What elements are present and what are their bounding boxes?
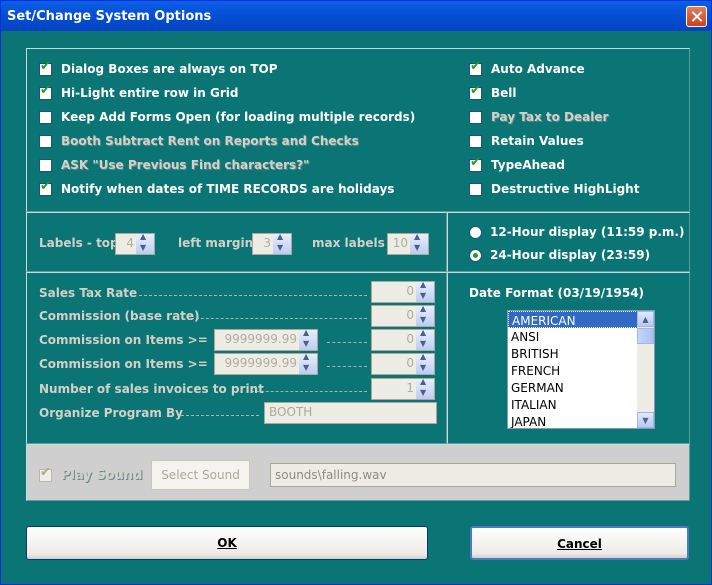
spin-arrows-icon[interactable] <box>410 232 428 254</box>
spin-arrows-icon[interactable] <box>136 232 154 254</box>
check-icon: ✔ <box>470 155 481 170</box>
commission2-spinner[interactable]: 0 <box>371 352 435 375</box>
spin-arrows-icon[interactable] <box>299 328 317 350</box>
commission1-amount-value: 9999999.99 <box>224 332 297 346</box>
option-label: Hi-Light entire row in Grid <box>61 86 239 100</box>
cancel-button[interactable]: Cancel <box>470 526 689 560</box>
option-label: Bell <box>491 86 517 100</box>
commission2-label: Commission on Items >= <box>39 357 208 371</box>
sales-tax-spinner[interactable]: 0 <box>371 280 435 303</box>
option-label: ASK "Use Previous Find characters?" <box>61 158 310 172</box>
list-item[interactable]: ANSI <box>508 328 654 345</box>
date-format-list[interactable]: AMERICAN ANSI BRITISH FRENCH GERMAN ITALIAN JA… <box>507 310 655 429</box>
list-item[interactable]: ITALIAN <box>508 396 654 413</box>
organize-label: Organize Program By <box>39 406 183 420</box>
commission2-value: 0 <box>406 356 414 370</box>
commission2-amount-value: 9999999.99 <box>224 356 297 370</box>
left-margin-value: 3 <box>263 236 271 250</box>
spin-arrows-icon[interactable] <box>416 304 434 326</box>
left-margin-spinner[interactable]: 3 <box>252 232 292 255</box>
date-format-items: AMERICAN ANSI BRITISH FRENCH GERMAN ITALIAN JA… <box>508 311 654 428</box>
checkbox-box[interactable] <box>39 135 52 148</box>
spin-arrows-icon[interactable] <box>416 377 434 399</box>
radio-12-hour-dot[interactable] <box>469 226 482 239</box>
leader-dots <box>251 391 367 393</box>
checkbox-box[interactable] <box>39 111 52 124</box>
list-scrollbar[interactable]: ▲ ▼ <box>637 311 654 428</box>
option-label: Auto Advance <box>491 62 585 76</box>
radio-24-hour-label: 24-Hour display (23:59) <box>490 248 651 262</box>
sound-path-field[interactable]: sounds\falling.wav <box>270 463 676 487</box>
time-panel <box>447 212 690 272</box>
check-icon: ✔ <box>40 59 51 74</box>
checkbox-box[interactable] <box>469 111 482 124</box>
title-bar: Set/Change System Options <box>1 1 711 31</box>
option-label: Notify when dates of TIME RECORDS are ho… <box>61 182 395 196</box>
option-label: Booth Subtract Rent on Reports and Check… <box>61 134 359 148</box>
commission1-label: Commission on Items >= <box>39 333 208 347</box>
max-labels-spinner[interactable]: 10 <box>387 232 429 255</box>
spin-arrows-icon[interactable] <box>416 352 434 374</box>
commission2-amount-spinner[interactable]: 9999999.99 <box>214 352 318 375</box>
ok-button[interactable]: OK <box>26 526 428 560</box>
spin-arrows-icon[interactable] <box>416 280 434 302</box>
options-dialog: Set/Change System Options ✔ Dialog Boxes … <box>0 0 712 585</box>
labels-top-label: Labels - top <box>39 236 119 250</box>
scroll-thumb[interactable] <box>637 328 654 344</box>
date-format-label: Date Format (03/19/1954) <box>469 286 645 300</box>
organize-field[interactable]: BOOTH <box>264 402 437 424</box>
play-sound-label: Play Sound <box>61 468 143 483</box>
check-icon: ✔ <box>40 179 51 194</box>
leader-dots <box>139 295 367 297</box>
leader-dots <box>327 366 367 368</box>
select-sound-button[interactable]: Select Sound <box>151 460 250 490</box>
check-icon: ✔ <box>470 83 481 98</box>
spin-arrows-icon[interactable] <box>273 232 291 254</box>
invoices-value: 1 <box>406 381 414 395</box>
option-label: Retain Values <box>491 134 584 148</box>
option-label: Pay Tax to Dealer <box>491 110 609 124</box>
commission1-amount-spinner[interactable]: 9999999.99 <box>214 328 318 351</box>
commission1-value: 0 <box>406 332 414 346</box>
leader-dots <box>327 342 367 344</box>
radio-12-hour-label: 12-Hour display (11:59 p.m.) <box>490 225 685 239</box>
labels-top-value: 4 <box>126 236 134 250</box>
invoices-spinner[interactable]: 1 <box>371 377 435 400</box>
commission-base-label: Commission (base rate) <box>39 309 200 323</box>
close-icon[interactable] <box>686 6 707 27</box>
commission-base-value: 0 <box>406 308 414 322</box>
check-icon: ✔ <box>40 83 51 98</box>
list-item[interactable]: GERMAN <box>508 379 654 396</box>
spin-arrows-icon[interactable] <box>299 352 317 374</box>
sales-tax-label: Sales Tax Rate <box>39 286 138 300</box>
commission-base-spinner[interactable]: 0 <box>371 304 435 327</box>
option-label: Destructive HighLight <box>491 182 640 196</box>
check-icon: ✔ <box>40 465 51 480</box>
leader-dots <box>181 415 259 417</box>
option-label: Keep Add Forms Open (for loading multipl… <box>61 110 416 124</box>
list-item[interactable]: FRENCH <box>508 362 654 379</box>
list-item[interactable]: AMERICAN <box>508 311 654 328</box>
sales-tax-value: 0 <box>406 284 414 298</box>
invoices-label: Number of sales invoices to print <box>39 382 264 396</box>
list-item[interactable]: JAPAN <box>508 413 654 428</box>
spin-arrows-icon[interactable] <box>416 328 434 350</box>
check-icon: ✔ <box>470 59 481 74</box>
scroll-up-icon[interactable]: ▲ <box>637 311 654 327</box>
option-label: Dialog Boxes are always on TOP <box>61 62 278 76</box>
option-label: TypeAhead <box>491 158 565 172</box>
radio-24-hour-dot[interactable] <box>469 249 482 262</box>
checkbox-box[interactable] <box>39 159 52 172</box>
left-margin-label: left margin <box>178 236 254 250</box>
window-title: Set/Change System Options <box>7 9 212 24</box>
scroll-down-icon[interactable]: ▼ <box>637 412 654 428</box>
checkbox-box[interactable] <box>469 135 482 148</box>
max-labels-label: max labels <box>312 236 385 250</box>
leader-dots <box>191 318 367 320</box>
max-labels-value: 10 <box>392 236 408 250</box>
commission1-spinner[interactable]: 0 <box>371 328 435 351</box>
list-item[interactable]: BRITISH <box>508 345 654 362</box>
labels-top-spinner[interactable]: 4 <box>115 232 155 255</box>
checkbox-box[interactable] <box>469 183 482 196</box>
